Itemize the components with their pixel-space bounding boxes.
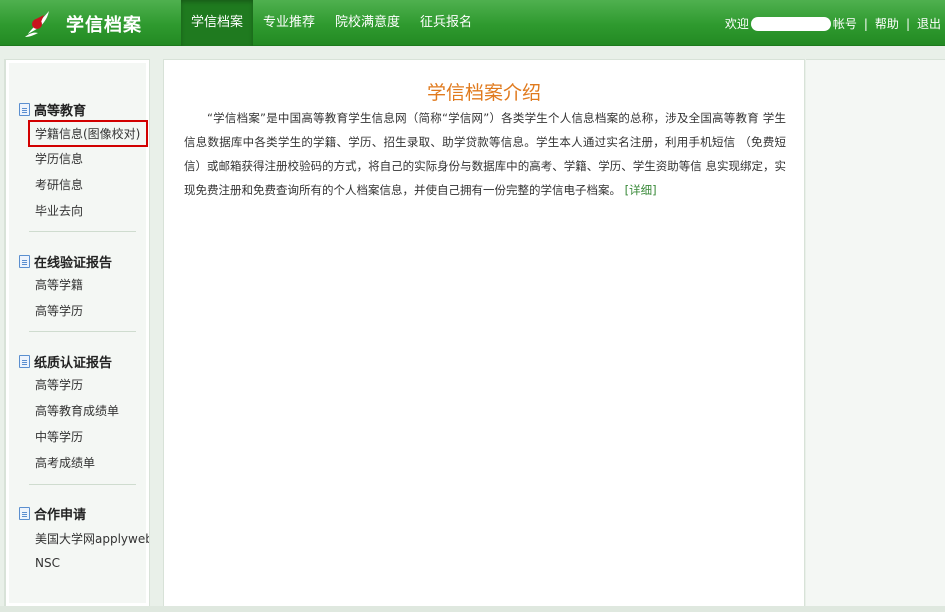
sidebar-item-graduation-destination[interactable]: 毕业去向 (35, 202, 83, 219)
group-title: 纸质认证报告 (34, 356, 113, 371)
sidebar-group-higher-education: 高等教育 (19, 100, 86, 119)
help-link[interactable]: 帮助 (875, 15, 899, 32)
separator: | (863, 16, 868, 31)
document-icon (19, 255, 30, 268)
document-icon (19, 103, 30, 116)
document-icon (19, 507, 30, 520)
top-navigation-bar: 学信档案 学信档案 专业推荐 院校满意度 征兵报名 欢迎 帐号 | 帮助 | 退… (0, 0, 945, 46)
sidebar-item-gaokao-scores[interactable]: 高考成绩单 (35, 454, 95, 471)
username-redacted (750, 16, 831, 31)
sidebar-group-online-verification: 在线验证报告 (19, 252, 112, 271)
right-panel (806, 59, 945, 607)
user-bar: 欢迎 帐号 | 帮助 | 退出 (725, 15, 941, 32)
sidebar-item-applyweb[interactable]: 美国大学网applyweb (35, 530, 149, 547)
group-title: 合作申请 (34, 508, 87, 523)
sidebar-menu: 高等教育 学籍信息(图像校对) 学历信息 考研信息 毕业去向 在线验证报告 高等… (9, 63, 149, 603)
brand-title[interactable]: 学信档案 (66, 11, 142, 37)
intro-text: “学信档案”是中国高等教育学生信息网（简称“学信网”）各类学生个人信息档案的总称… (184, 111, 786, 197)
sidebar: 高等教育 学籍信息(图像校对) 学历信息 考研信息 毕业去向 在线验证报告 高等… (4, 59, 150, 607)
separator: | (905, 16, 910, 31)
sidebar-item-transcript[interactable]: 高等教育成绩单 (35, 402, 119, 419)
sidebar-item-nsc[interactable]: NSC (35, 556, 60, 570)
logo-icon[interactable] (22, 6, 56, 40)
bottom-strip (0, 606, 945, 612)
nav-tab-major-recommend[interactable]: 专业推荐 (253, 0, 325, 46)
sidebar-item-online-degree[interactable]: 高等学历 (35, 302, 83, 319)
group-title: 高等教育 (34, 104, 87, 119)
intro-paragraph: “学信档案”是中国高等教育学生信息网（简称“学信网”）各类学生个人信息档案的总称… (184, 106, 786, 202)
nav-tab-xuexin-dangan[interactable]: 学信档案 (181, 0, 254, 46)
divider (29, 331, 136, 332)
divider (29, 484, 136, 485)
sidebar-group-cooperation: 合作申请 (19, 504, 86, 523)
main-nav: 学信档案 专业推荐 院校满意度 征兵报名 (181, 0, 482, 46)
page-title: 学信档案介绍 (426, 82, 541, 104)
nav-tab-military-enlist[interactable]: 征兵报名 (410, 0, 482, 46)
sidebar-item-student-status-info[interactable]: 学籍信息(图像校对) (28, 120, 149, 147)
sidebar-item-online-student-status[interactable]: 高等学籍 (35, 276, 83, 293)
main-content: 学信档案介绍 “学信档案”是中国高等教育学生信息网（简称“学信网”）各类学生个人… (163, 59, 805, 607)
account-link[interactable]: 帐号 (833, 15, 857, 32)
sidebar-item-secondary-degree[interactable]: 中等学历 (35, 428, 83, 445)
document-icon (19, 355, 30, 368)
details-link[interactable]: [详细] (625, 183, 657, 197)
sidebar-item-postgrad-exam-info[interactable]: 考研信息 (35, 176, 83, 193)
nav-tab-school-satisfaction[interactable]: 院校满意度 (325, 0, 410, 46)
sidebar-item-paper-degree[interactable]: 高等学历 (35, 376, 83, 393)
group-title: 在线验证报告 (34, 256, 113, 271)
logout-link[interactable]: 退出 (917, 15, 941, 32)
divider (29, 231, 136, 232)
welcome-text: 欢迎 (724, 17, 749, 31)
sidebar-item-degree-info[interactable]: 学历信息 (35, 150, 83, 167)
sidebar-group-paper-certification: 纸质认证报告 (19, 352, 112, 371)
